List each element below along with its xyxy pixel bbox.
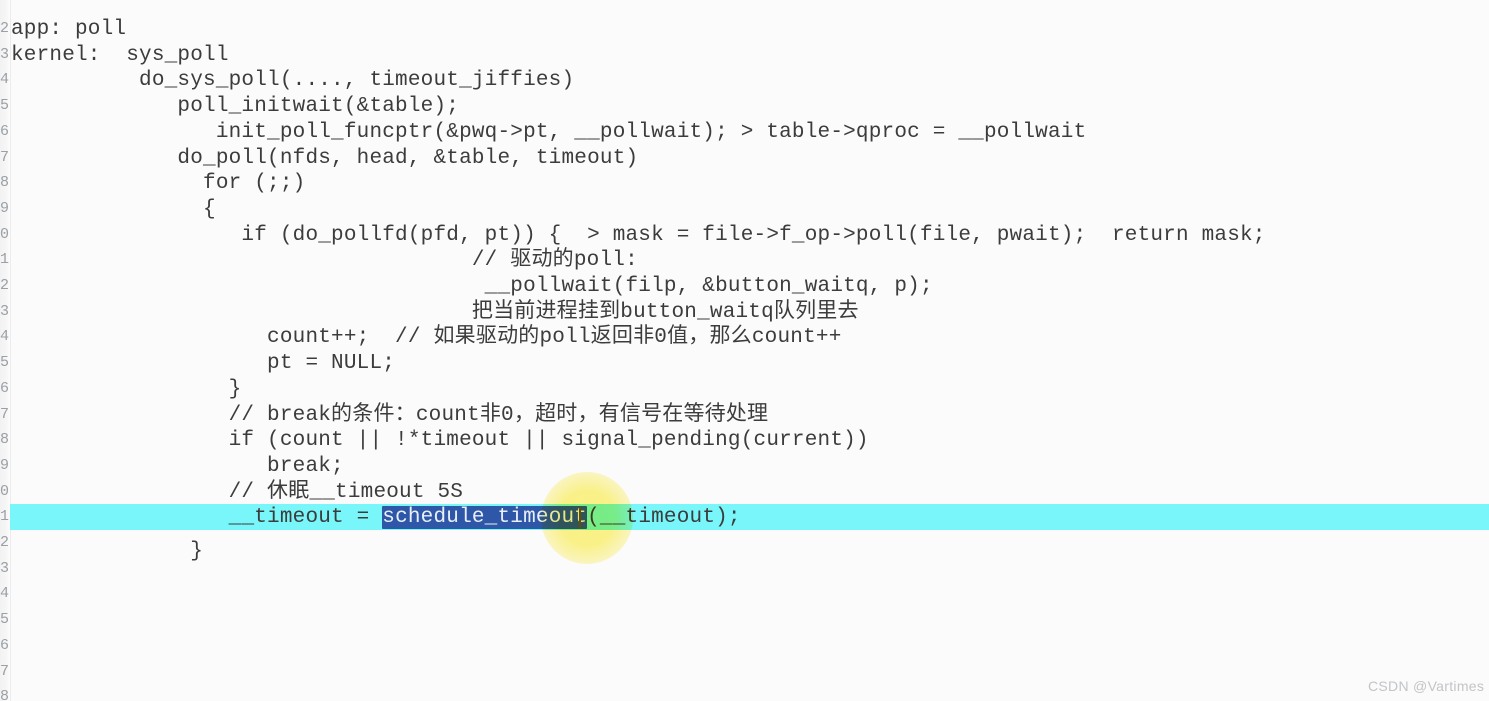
line-app-text: app: poll [11,18,127,41]
line-close-brace-1-text: } [11,377,242,401]
line-cmt-hang-proc-text: 把当前进程挂到button_waitq队列里去 [11,300,859,324]
active-line-suffix: (__timeout); [587,506,741,530]
line-poll-initwait: poll_initwait(&table); [0,94,1489,120]
line-for-text: for (;;) [11,172,306,196]
line-pollwait-call-text: __pollwait(filp, &button_waitq, p); [11,275,933,298]
line-kernel: kernel: sys_poll [0,43,1489,69]
line-cmt-drv-poll-text: // 驱动的poll: [11,249,638,273]
line-close-brace-2-text: } [11,540,204,563]
line-if-do-pollfd: if (do_pollfd(pfd, pt)) { > mask = file-… [0,223,1489,249]
screenshot-root: 2345678910111213141516171819202122232425… [0,0,1489,701]
line-poll-initwait-text: poll_initwait(&table); [11,95,460,119]
line-do-poll: do_poll(nfds, head, &table, timeout) [0,146,1489,172]
line-do-poll-text: do_poll(nfds, head, &table, timeout) [11,146,639,170]
active-line-prefix: __timeout = [228,506,383,530]
line-count-inc: count++; // 如果驱动的poll返回非0值，那么count++ [0,325,1489,351]
line-close-brace-1: } [0,377,1489,403]
line-pt-null: pt = NULL; [0,351,1489,377]
line-break-text: break; [11,454,344,478]
line-do-sys-poll-text: do_sys_poll(...., timeout_jiffies) [11,69,575,93]
line-pollwait-call: __pollwait(filp, &button_waitq, p); [0,274,1489,300]
active-line-indent [11,506,229,529]
line-cmt-break-cond: // break的条件：count非0，超时，有信号在等待处理 [0,403,1489,429]
line-break: break; [0,454,1489,480]
line-kernel-text: kernel: sys_poll [11,43,229,67]
line-count-inc-text: count++; // 如果驱动的poll返回非0值，那么count++ [11,326,842,350]
text-caret [578,507,581,530]
line-cmt-break-cond-text: // break的条件：count非0，超时，有信号在等待处理 [11,403,769,427]
line-if-break-text: if (count || !*timeout || signal_pending… [11,429,869,453]
active-code-line[interactable]: __timeout = schedule_timeout(__timeout); [0,505,1489,531]
line-init-funcptr: init_poll_funcptr(&pwq->pt, __pollwait);… [0,120,1489,146]
line-if-do-pollfd-text: if (do_pollfd(pfd, pt)) { > mask = file-… [11,223,1266,247]
text-selection[interactable]: schedule_timeout [382,506,588,530]
line-pt-null-text: pt = NULL; [11,352,396,376]
line-open-brace-text: { [11,197,216,221]
watermark-label: CSDN @Vartimes [1368,678,1485,694]
line-do-sys-poll: do_sys_poll(...., timeout_jiffies) [0,68,1489,94]
line-open-brace: { [0,197,1489,223]
line-if-break: if (count || !*timeout || signal_pending… [0,428,1489,454]
line-init-funcptr-text: init_poll_funcptr(&pwq->pt, __pollwait);… [11,120,1087,144]
line-close-brace-2: } [0,539,1489,565]
line-cmt-hang-proc: 把当前进程挂到button_waitq队列里去 [0,300,1489,326]
code-editor-surface[interactable]: app: poll kernel: sys_poll do_sys_poll(..… [0,0,1489,701]
line-app: app: poll [0,17,1489,43]
line-for: for (;;) [0,171,1489,197]
line-cmt-sleep: // 休眠__timeout 5S [0,480,1489,506]
line-cmt-sleep-text: // 休眠__timeout 5S [11,480,464,504]
line-cmt-drv-poll: // 驱动的poll: [0,248,1489,274]
